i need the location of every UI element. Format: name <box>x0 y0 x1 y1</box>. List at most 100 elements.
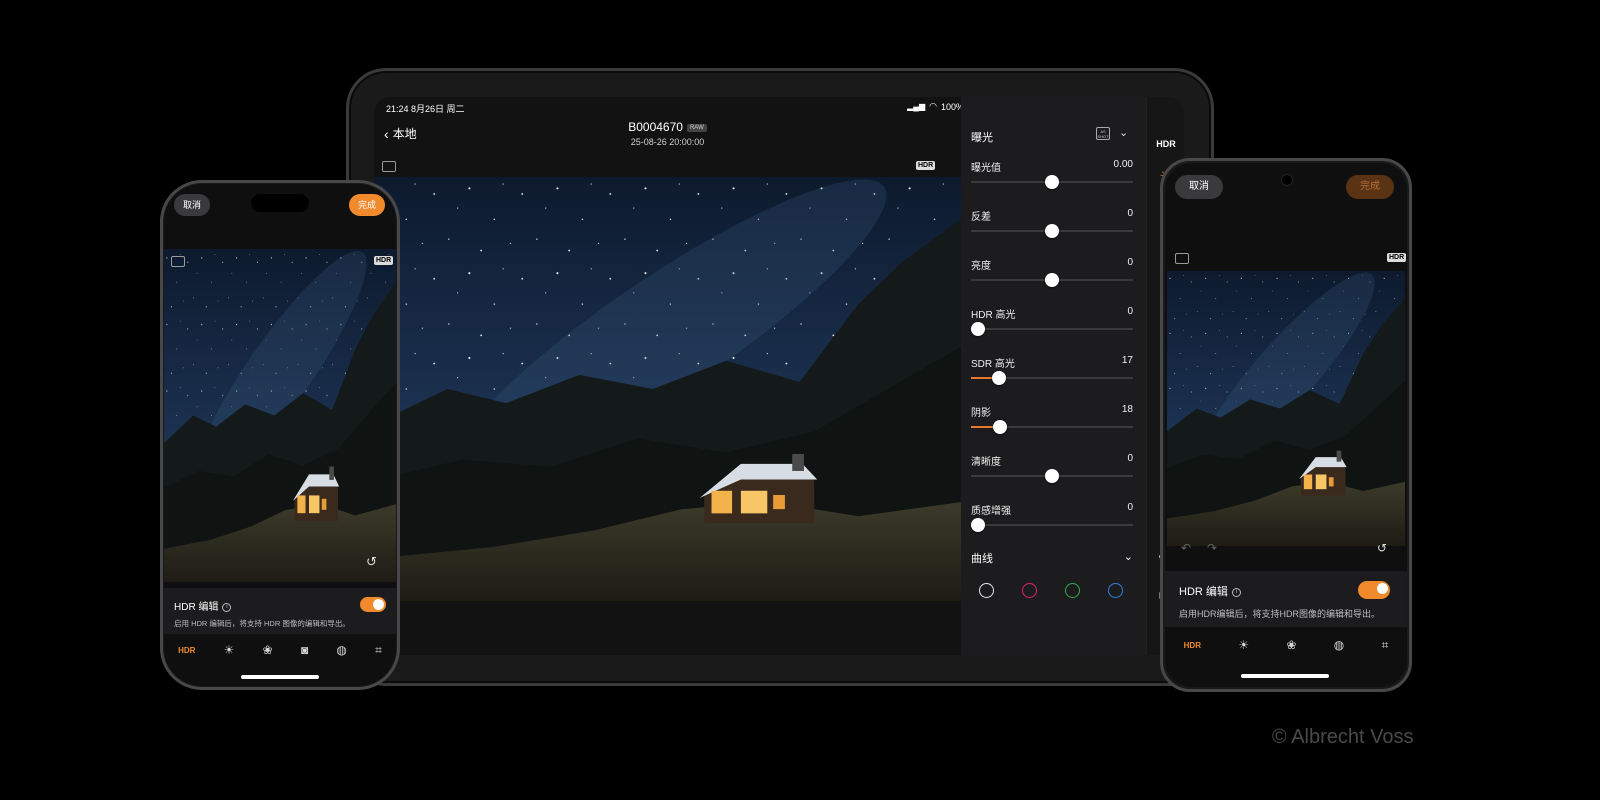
cancel-button[interactable]: 取消 <box>174 194 210 216</box>
hdr-edit-toggle[interactable] <box>1358 581 1390 599</box>
home-indicator <box>241 675 319 679</box>
file-title: B0004670 RAW <box>374 120 961 134</box>
viewer-header: ‹ 本地 B0004670 RAW 25-08-26 20:00:00 <box>374 115 961 159</box>
adjustment-slider[interactable]: 曝光值 0.00 <box>971 159 1133 199</box>
slider-label: 质感增强 <box>971 506 1011 517</box>
home-indicator <box>1241 674 1329 678</box>
adjustment-slider[interactable]: SDR 高光 17 <box>971 355 1133 395</box>
sun-icon[interactable]: ☀ <box>224 643 235 657</box>
histogram-icon[interactable] <box>171 256 185 267</box>
chevron-down-icon[interactable]: ⌄ <box>1119 126 1128 139</box>
signal-icon: ▂▄▆ <box>907 102 926 111</box>
photo-preview[interactable] <box>1167 271 1405 546</box>
file-name: B0004670 <box>628 120 683 134</box>
status-time: 21:24 8月26日 周二 <box>386 104 465 114</box>
undo-icon[interactable]: ↶ <box>1181 541 1191 555</box>
wifi-icon: ◠ <box>929 101 937 111</box>
hdr-edit-description: 启用 HDR 编辑后，将支持 HDR 图像的编辑和导出。 <box>174 619 350 628</box>
adjustment-slider[interactable]: 亮度 0 <box>971 257 1133 297</box>
hdr-badge: HDR <box>374 256 394 265</box>
slider-label: HDR 高光 <box>971 310 1016 321</box>
slider-value: 0.00 <box>1113 159 1133 170</box>
lens-icon[interactable]: ◍ <box>336 643 346 657</box>
slider-knob[interactable] <box>1045 469 1059 483</box>
phone-left-screen: 取消 完成 HDR ↺ HDR 编辑 i 启用 HDR 编辑后，将支持 HDR 图… <box>164 184 396 686</box>
crop-icon[interactable]: ⌗ <box>1382 638 1389 653</box>
slider-label: 反差 <box>971 212 991 223</box>
slider-knob[interactable] <box>991 371 1006 385</box>
hdr-edit-title: HDR 编辑 i <box>174 598 232 613</box>
as-shot-icon[interactable]: AS SHOT <box>1096 127 1110 140</box>
tool-tabbar: HDR ☀ ❀ ◍ ⌗ <box>1165 631 1407 659</box>
slider-track[interactable] <box>971 328 1133 330</box>
curve-channels <box>979 583 1123 598</box>
slider-value: 17 <box>1121 355 1133 366</box>
hdr-edit-description: 启用HDR编辑后，将支持HDR图像的编辑和导出。 <box>1179 609 1380 619</box>
hdr-edit-toggle[interactable] <box>360 597 386 612</box>
slider-knob[interactable] <box>1045 273 1059 287</box>
slider-label: 亮度 <box>971 261 991 272</box>
phone-right-screen: 取消 完成 HDR ↶ ↷ ↺ HDR 编辑 i 启用HDR编辑后，将支持HDR图… <box>1165 163 1407 687</box>
redo-icon[interactable]: ↷ <box>1207 541 1217 555</box>
slider-knob[interactable] <box>993 420 1008 434</box>
slider-label: 曝光值 <box>971 163 1001 174</box>
hdr-edit-section: HDR 编辑 i 启用 HDR 编辑后，将支持 HDR 图像的编辑和导出。 <box>164 588 396 634</box>
adjustment-slider[interactable]: 反差 0 <box>971 208 1133 248</box>
slider-knob[interactable] <box>971 518 985 532</box>
hdr-tab[interactable]: HDR <box>178 646 195 655</box>
file-date: 25-08-26 20:00:00 <box>630 137 705 147</box>
adjustment-panel: 曝光 AS SHOT ⌄ 曝光值 0.00 反差 0 亮度 0 HDR 高光 0 SDR 高光 1… <box>961 97 1146 655</box>
front-camera <box>1281 174 1293 186</box>
adjustment-slider[interactable]: 清晰度 0 <box>971 453 1133 493</box>
hdr-badge: HDR <box>1387 253 1407 262</box>
histogram-icon[interactable] <box>382 161 396 172</box>
hdr-edit-title: HDR 编辑 i <box>1179 583 1241 599</box>
slider-label: SDR 高光 <box>971 359 1015 370</box>
slider-value: 0 <box>1127 453 1133 464</box>
reset-icon[interactable]: ↺ <box>1377 541 1387 555</box>
crop-icon[interactable]: ⌗ <box>375 643 382 658</box>
curve-channel-button[interactable] <box>1108 583 1123 598</box>
color-mix-icon[interactable]: ❀ <box>1286 638 1296 652</box>
done-button[interactable]: 完成 <box>1346 175 1394 199</box>
camera-frame-icon[interactable]: ◙ <box>301 643 308 657</box>
slider-knob[interactable] <box>971 322 985 336</box>
cancel-button[interactable]: 取消 <box>1175 175 1223 199</box>
curve-channel-button[interactable] <box>979 583 994 598</box>
slider-value: 18 <box>1121 404 1133 415</box>
adjustment-slider[interactable]: 质感增强 0 <box>971 502 1133 542</box>
watermark: © Albrecht Voss <box>1272 726 1414 748</box>
tablet-screen: 21:24 8月26日 周二 ▂▄▆ ◠ 100% ‹ 本地 B0004670 R… <box>374 97 1184 655</box>
photo-preview[interactable] <box>164 249 396 582</box>
slider-knob[interactable] <box>1045 175 1059 189</box>
hdr-edit-label: HDR 编辑 <box>1179 586 1228 598</box>
color-mix-icon[interactable]: ❀ <box>263 643 273 657</box>
info-icon[interactable]: i <box>1231 587 1241 597</box>
curve-title: 曲线 <box>971 553 993 565</box>
sun-icon[interactable]: ☀ <box>1238 638 1249 652</box>
curve-channel-button[interactable] <box>1022 583 1037 598</box>
reset-icon[interactable]: ↺ <box>366 554 377 570</box>
dynamic-island <box>251 194 309 212</box>
info-icon[interactable]: i <box>222 602 232 612</box>
slider-value: 0 <box>1127 306 1133 317</box>
slider-track[interactable] <box>971 524 1133 526</box>
hdr-tool[interactable]: HDR <box>1147 135 1184 153</box>
slider-label: 清晰度 <box>971 457 1001 468</box>
adjustment-slider[interactable]: HDR 高光 0 <box>971 306 1133 346</box>
adjustment-slider[interactable]: 阴影 18 <box>971 404 1133 444</box>
hdr-tab[interactable]: HDR <box>1184 641 1201 650</box>
hdr-badge: HDR <box>916 161 936 170</box>
curve-channel-button[interactable] <box>1065 583 1080 598</box>
raw-badge: RAW <box>686 123 707 132</box>
curve-section[interactable]: 曲线 ⌄ <box>971 550 1133 566</box>
lens-icon[interactable]: ◍ <box>1334 638 1344 652</box>
histogram-icon[interactable] <box>1175 253 1189 264</box>
slider-label: 阴影 <box>971 408 991 419</box>
hdr-edit-label: HDR 编辑 <box>174 602 219 613</box>
slider-knob[interactable] <box>1045 224 1059 238</box>
slider-value: 0 <box>1127 208 1133 219</box>
done-button[interactable]: 完成 <box>349 194 385 216</box>
photo-preview[interactable] <box>374 177 961 601</box>
hdr-edit-section: HDR 编辑 i 启用HDR编辑后，将支持HDR图像的编辑和导出。 <box>1165 571 1407 627</box>
